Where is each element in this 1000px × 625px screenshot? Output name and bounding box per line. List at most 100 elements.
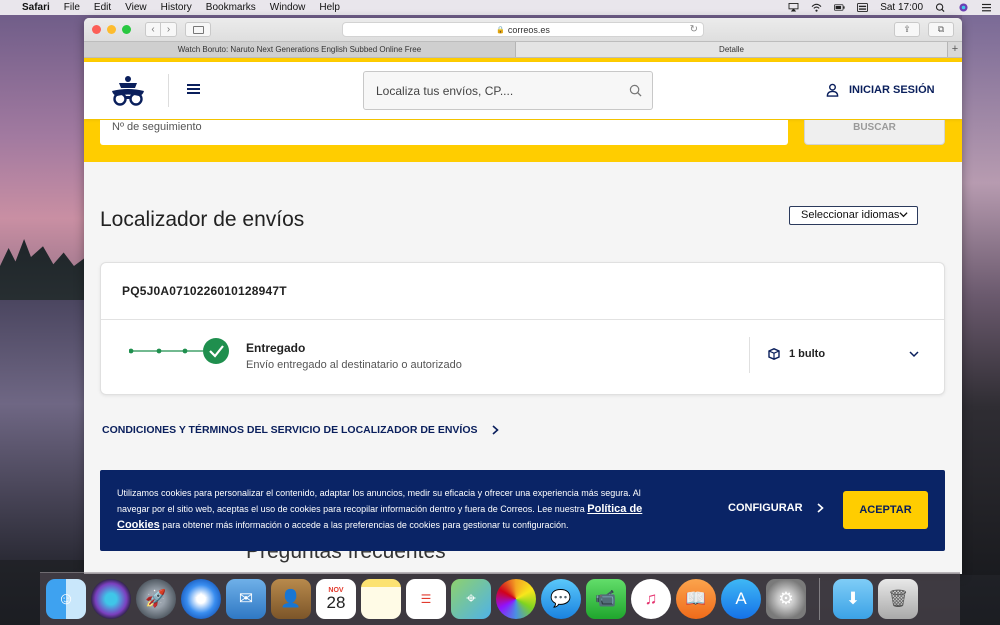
input-source-icon[interactable]: [857, 3, 869, 12]
contacts-icon[interactable]: 👤: [271, 579, 311, 619]
downloads-icon[interactable]: ⬇: [833, 579, 873, 619]
cookie-text-after: para obtener más información o accede a …: [159, 520, 569, 530]
header-search-placeholder: Localiza tus envíos, CP....: [376, 83, 514, 98]
status-title: Entregado: [246, 341, 306, 355]
zoom-window-button[interactable]: [122, 25, 131, 34]
tab-boruto[interactable]: Watch Boruto: Naruto Next Generations En…: [84, 42, 516, 57]
desktop-wallpaper-lake: [0, 300, 90, 560]
delivery-progress-icon: [129, 338, 229, 364]
package-box-icon: [768, 348, 780, 360]
menu-file[interactable]: File: [64, 2, 80, 13]
messages-icon[interactable]: 💬: [541, 579, 581, 619]
configure-label: CONFIGURAR: [728, 502, 803, 514]
sidebar-icon: [192, 25, 204, 34]
dock-separator: [819, 578, 820, 620]
expand-chevron-icon[interactable]: [909, 350, 919, 358]
tracking-number: PQ5J0A0710226010128947T: [122, 284, 287, 298]
terms-link-label: CONDICIONES Y TÉRMINOS DEL SERVICIO DE L…: [102, 424, 478, 436]
mail-icon[interactable]: ✉: [226, 579, 266, 619]
lock-icon: 🔒: [496, 26, 505, 34]
menu-view[interactable]: View: [125, 2, 147, 13]
shipment-card: PQ5J0A0710226010128947T Entregado Envío …: [100, 262, 945, 395]
tracking-number-input[interactable]: Nº de seguimiento: [100, 120, 788, 145]
menu-help[interactable]: Help: [319, 2, 340, 13]
configure-cookies-button[interactable]: CONFIGURAR: [728, 502, 824, 514]
accept-cookies-button[interactable]: ACEPTAR: [843, 491, 928, 529]
address-bar[interactable]: 🔒 correos.es ↻: [342, 22, 704, 37]
page-title: Localizador de envíos: [100, 208, 305, 231]
close-window-button[interactable]: [92, 25, 101, 34]
spotlight-icon[interactable]: [935, 3, 946, 12]
logo-divider: [168, 74, 169, 107]
cookie-text-before: Utilizamos cookies para personalizar el …: [117, 488, 641, 514]
forward-button[interactable]: ›: [161, 22, 177, 37]
chevron-right-icon: [491, 425, 499, 435]
share-button[interactable]: ⇪: [894, 22, 920, 37]
site-header: Localiza tus envíos, CP.... INICIAR SESI…: [84, 62, 962, 119]
reminders-icon[interactable]: ☰: [406, 579, 446, 619]
tab-bar: Watch Boruto: Naruto Next Generations En…: [84, 41, 962, 58]
airplay-icon[interactable]: [788, 3, 799, 12]
language-select-label: Seleccionar idiomas: [801, 209, 900, 221]
tab-overview-button[interactable]: ⧉: [928, 22, 954, 37]
language-select[interactable]: Seleccionar idiomas: [789, 206, 918, 225]
search-icon[interactable]: [629, 84, 642, 97]
minimize-window-button[interactable]: [107, 25, 116, 34]
buscar-button[interactable]: BUSCAR: [804, 120, 945, 145]
siri-menubar-icon[interactable]: [958, 3, 969, 12]
back-button[interactable]: ‹: [145, 22, 161, 37]
system-preferences-icon[interactable]: ⚙: [766, 579, 806, 619]
menubar-clock[interactable]: Sat 17:00: [880, 2, 923, 13]
login-link[interactable]: INICIAR SESIÓN: [826, 83, 935, 97]
status-description: Envío entregado al destinatario o autori…: [246, 359, 462, 371]
siri-icon[interactable]: [91, 579, 131, 619]
web-page: Localiza tus envíos, CP.... INICIAR SESI…: [84, 58, 962, 574]
tab-detalle[interactable]: Detalle: [516, 42, 948, 57]
terms-link[interactable]: CONDICIONES Y TÉRMINOS DEL SERVICIO DE L…: [102, 424, 499, 436]
chevron-down-icon: [899, 212, 908, 218]
ibooks-icon[interactable]: 📖: [676, 579, 716, 619]
photos-icon[interactable]: [496, 579, 536, 619]
window-controls: [92, 25, 131, 34]
menu-edit[interactable]: Edit: [94, 2, 111, 13]
package-count-label: 1 bulto: [789, 348, 826, 360]
itunes-icon[interactable]: ♫: [631, 579, 671, 619]
maps-icon[interactable]: ⌖: [451, 579, 491, 619]
new-tab-button[interactable]: +: [948, 42, 962, 57]
desktop-wallpaper-right: [962, 15, 1000, 575]
calendar-day: 28: [326, 592, 346, 612]
dock: ☺ 🚀 ✦ ✉ 👤 NOV 28 ☰ ⌖ 💬 📹 ♫ 📖 A ⚙ ⬇ 🗑: [40, 572, 960, 625]
safari-window: ‹ › 🔒 correos.es ↻ ⇪ ⧉ Watch Boruto: Nar…: [84, 18, 962, 574]
reload-icon[interactable]: ↻: [690, 24, 698, 35]
finder-icon[interactable]: ☺: [46, 579, 86, 619]
app-store-icon[interactable]: A: [721, 579, 761, 619]
facetime-icon[interactable]: 📹: [586, 579, 626, 619]
card-divider: [101, 319, 944, 320]
header-search-input[interactable]: Localiza tus envíos, CP....: [363, 71, 653, 110]
safari-icon[interactable]: ✦: [181, 579, 221, 619]
notification-center-icon[interactable]: [981, 3, 992, 12]
launchpad-icon[interactable]: 🚀: [136, 579, 176, 619]
mac-menubar: Safari File Edit View History Bookmarks …: [0, 0, 1000, 15]
login-label: INICIAR SESIÓN: [849, 84, 935, 96]
address-url: correos.es: [507, 24, 550, 35]
cookie-text: Utilizamos cookies para personalizar el …: [117, 485, 672, 533]
calendar-icon[interactable]: NOV 28: [316, 579, 356, 619]
card-vertical-divider: [749, 337, 750, 373]
user-icon: [826, 83, 839, 97]
battery-icon[interactable]: [834, 3, 845, 12]
safari-toolbar: ‹ › 🔒 correos.es ↻ ⇪ ⧉: [84, 18, 962, 41]
menu-history[interactable]: History: [161, 2, 192, 13]
notes-icon[interactable]: [361, 579, 401, 619]
package-count[interactable]: 1 bulto: [768, 348, 825, 360]
correos-logo-icon[interactable]: [110, 74, 146, 108]
menu-app-name[interactable]: Safari: [22, 2, 50, 13]
menu-window[interactable]: Window: [270, 2, 306, 13]
menu-bookmarks[interactable]: Bookmarks: [206, 2, 256, 13]
hamburger-menu-icon[interactable]: [187, 84, 200, 96]
wifi-icon[interactable]: [811, 3, 822, 12]
chevron-right-icon: [817, 503, 824, 513]
cookie-banner: Utilizamos cookies para personalizar el …: [100, 470, 945, 551]
trash-icon[interactable]: 🗑: [878, 579, 918, 619]
sidebar-toggle-button[interactable]: [185, 22, 211, 37]
